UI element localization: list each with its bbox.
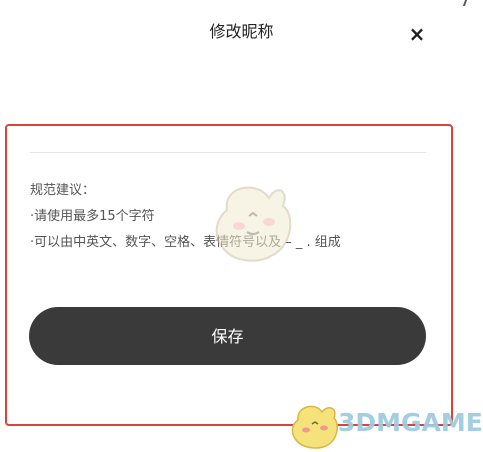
nickname-input[interactable]: [30, 120, 430, 152]
input-underline: [30, 152, 426, 153]
site-watermark: 3DMGAME: [288, 400, 483, 452]
mascot-logo-icon: [291, 405, 339, 449]
corner-decoration: [452, 0, 468, 6]
watermark-text: 3DMGAME: [338, 408, 483, 437]
close-icon[interactable]: ×: [405, 23, 429, 47]
mascot-watermark-icon: [215, 186, 292, 262]
highlight-frame: [5, 124, 453, 426]
save-button[interactable]: 保存: [29, 307, 426, 365]
